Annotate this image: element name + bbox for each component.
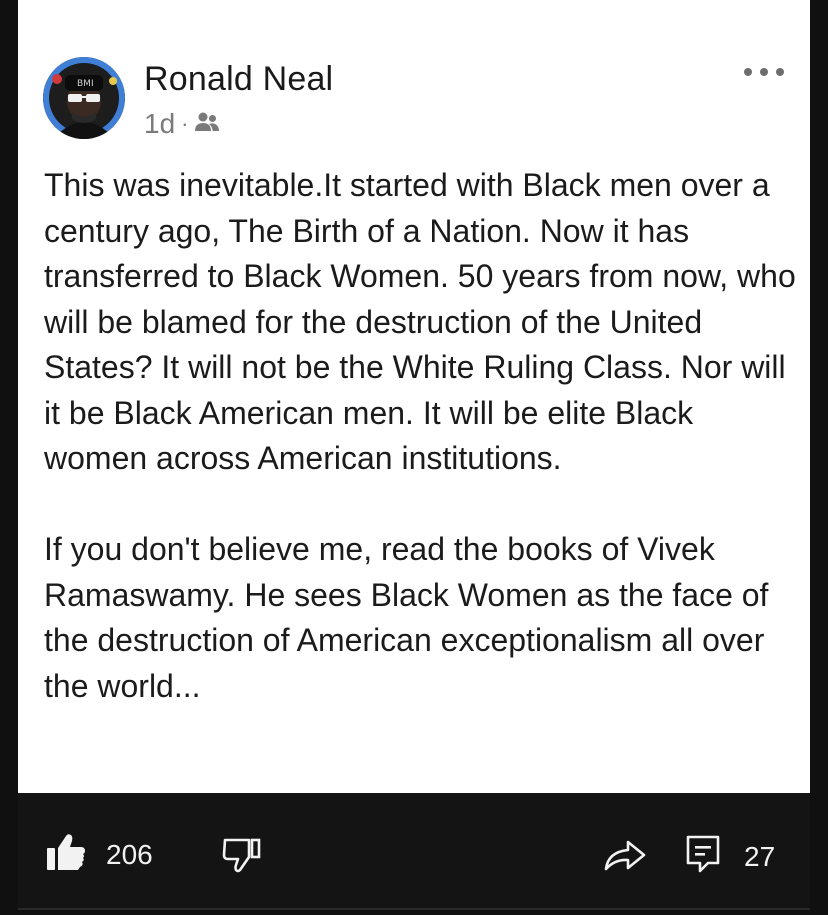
action-bar: 206 27: [18, 793, 810, 908]
more-dot: [776, 68, 784, 76]
thumbs-up-icon: [46, 833, 86, 876]
post-card: BMI Ronald Neal 1d · This was inevitable…: [18, 0, 810, 793]
post-age[interactable]: 1d: [144, 108, 175, 140]
share-icon: [604, 839, 646, 876]
more-dot: [760, 68, 768, 76]
thumbs-down-icon: [222, 837, 262, 878]
like-count: 206: [106, 838, 153, 870]
dislike-button[interactable]: [222, 837, 262, 878]
post-paragraph: This was inevitable.It started with Blac…: [44, 167, 796, 476]
post-meta: 1d ·: [144, 108, 220, 140]
share-button[interactable]: [604, 839, 646, 876]
avatar-image: BMI: [43, 57, 125, 139]
comment-count: 27: [744, 840, 776, 872]
friends-icon: [194, 108, 220, 140]
author-name[interactable]: Ronald Neal: [144, 60, 333, 99]
comment-button[interactable]: 27: [686, 835, 775, 878]
svg-text:BMI: BMI: [77, 79, 94, 89]
meta-separator: ·: [181, 111, 189, 136]
comment-icon: [686, 835, 720, 878]
avatar[interactable]: BMI: [43, 57, 125, 139]
app-frame: BMI Ronald Neal 1d · This was inevitable…: [0, 0, 828, 915]
post-body: This was inevitable.It started with Blac…: [44, 163, 804, 709]
like-button[interactable]: 206: [46, 833, 153, 876]
more-dot: [744, 68, 752, 76]
post-paragraph: If you don't believe me, read the books …: [44, 531, 769, 704]
card-divider: [18, 908, 810, 910]
more-options-icon[interactable]: [744, 60, 784, 84]
